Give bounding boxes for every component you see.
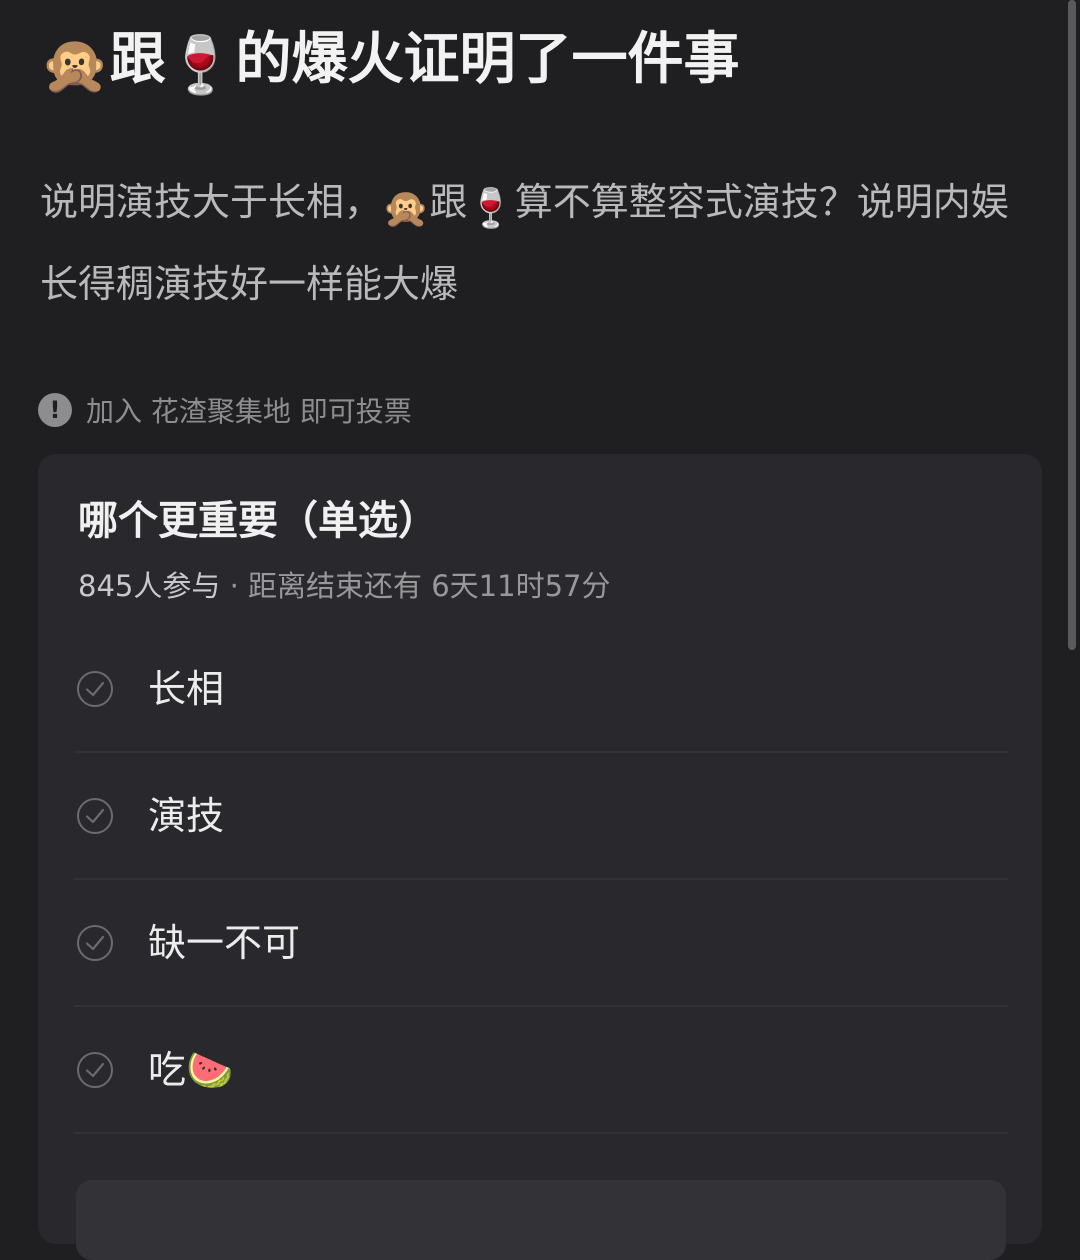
poll-option[interactable]: 演技 [74,753,1008,880]
wine-glass-icon: 🍷 [165,33,236,98]
vote-button[interactable] [76,1180,1006,1260]
join-to-vote-notice[interactable]: ! 加入 花渣聚集地 即可投票 [38,392,412,428]
post-title: 🙊跟🍷的爆火证明了一件事 [40,22,1040,104]
check-circle-icon [77,670,113,707]
poll-option[interactable]: 吃🍉 [74,1007,1008,1134]
post-title-word: 跟 [109,27,166,92]
poll-option-label: 长相 [148,666,225,711]
check-circle-icon [77,797,113,834]
poll-time-left: 距离结束还有 6天11时57分 [248,569,611,603]
poll-option-label: 演技 [148,793,225,838]
post-body: 说明演技大于长相，🙊跟🍷算不算整容式演技？说明内娱长得稠演技好一样能大爆 [40,164,1040,322]
check-circle-icon [77,1051,113,1088]
wine-glass-icon: 🍷 [467,186,515,230]
poll-participants: 845人参与 [78,569,221,603]
check-circle-icon [77,924,113,961]
poll-option[interactable]: 缺一不可 [74,880,1008,1007]
poll-options: 长相 演技 缺一不可 吃🍉 [74,626,1008,1134]
poll-title: 哪个更重要（单选） [78,498,438,544]
poll-option-label: 吃🍉 [148,1047,234,1092]
see-no-evil-monkey-icon: 🙊 [382,186,430,230]
poll-option-label: 缺一不可 [148,920,301,965]
post-body-part2: 跟 [429,180,468,224]
scrollbar[interactable] [1068,0,1076,650]
poll-option[interactable]: 长相 [74,626,1008,753]
post-body-part1: 说明演技大于长相， [40,180,383,224]
poll-meta-separator: · [220,569,249,603]
poll-meta: 845人参与 · 距离结束还有 6天11时57分 [78,566,611,606]
exclamation-circle-icon: ! [38,393,72,427]
post-title-rest: 的爆火证明了一件事 [235,27,740,92]
see-no-evil-monkey-icon: 🙊 [40,33,110,98]
poll-card: 哪个更重要（单选） 845人参与 · 距离结束还有 6天11时57分 长相 演技… [38,454,1042,1260]
join-to-vote-text: 加入 花渣聚集地 即可投票 [86,395,412,428]
